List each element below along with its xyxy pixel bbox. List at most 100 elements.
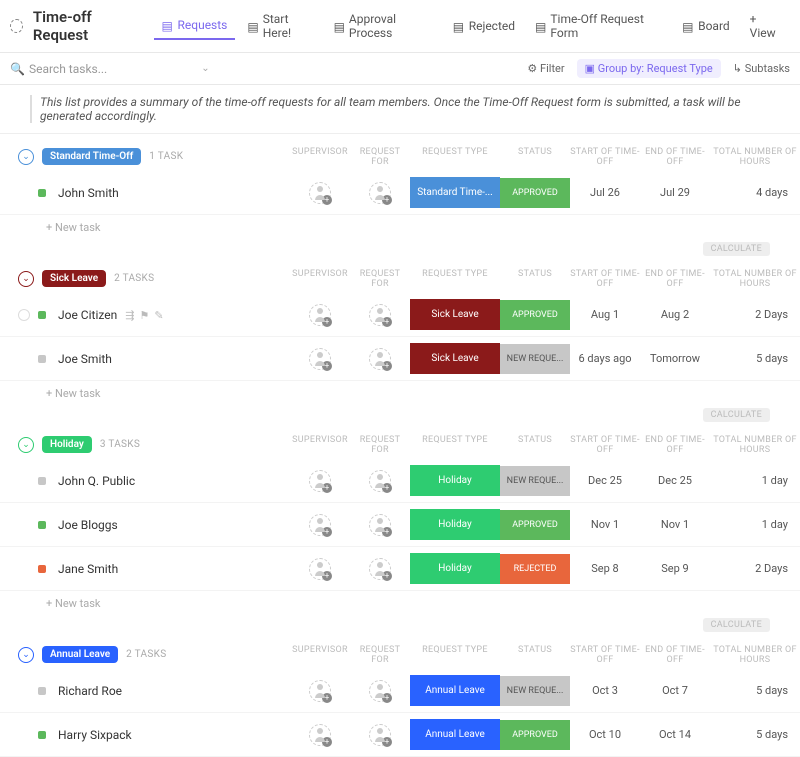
assignee-avatar[interactable]: +: [290, 558, 350, 580]
task-name[interactable]: Joe Bloggs: [58, 518, 290, 532]
end-date-cell[interactable]: Sep 9: [640, 562, 710, 575]
task-name[interactable]: Jane Smith: [58, 562, 290, 576]
status-square[interactable]: [38, 477, 46, 485]
group-pill[interactable]: Annual Leave: [42, 646, 118, 663]
start-date-cell[interactable]: Oct 10: [570, 728, 640, 741]
total-hours-cell[interactable]: 5 days: [710, 684, 800, 697]
task-row[interactable]: Joe Citizen⇶⚑✎++Sick LeaveAPPROVEDAug 1A…: [0, 293, 800, 337]
request-type-cell[interactable]: Holiday: [410, 465, 500, 496]
assignee-avatar[interactable]: +: [290, 182, 350, 204]
view-tab-board[interactable]: ▤Board: [674, 13, 738, 39]
view-tab-rejected[interactable]: ▤Rejected: [445, 13, 523, 39]
assignee-avatar[interactable]: +: [290, 304, 350, 326]
task-row[interactable]: Harry Sixpack++Annual LeaveAPPROVEDOct 1…: [0, 713, 800, 757]
request-type-cell[interactable]: Sick Leave: [410, 343, 500, 374]
new-task-button[interactable]: + New task: [0, 591, 800, 616]
end-date-cell[interactable]: Oct 14: [640, 728, 710, 741]
add-view-button[interactable]: + View: [742, 6, 790, 46]
view-tab-time-off-request-form[interactable]: ▤Time-Off Request Form: [527, 6, 670, 46]
task-name[interactable]: John Q. Public: [58, 474, 290, 488]
request-type-cell[interactable]: Standard Time-...: [410, 177, 500, 208]
view-tab-start-here-[interactable]: ▤Start Here!: [239, 6, 321, 46]
assignee-avatar[interactable]: +: [350, 182, 410, 204]
task-row[interactable]: John Smith++Standard Time-...APPROVEDJul…: [0, 171, 800, 215]
total-hours-cell[interactable]: 1 day: [710, 518, 800, 531]
status-cell[interactable]: APPROVED: [500, 178, 570, 208]
start-date-cell[interactable]: Oct 3: [570, 684, 640, 697]
assignee-avatar[interactable]: +: [350, 470, 410, 492]
task-row[interactable]: John Q. Public++HolidayNEW REQUE...Dec 2…: [0, 459, 800, 503]
assignee-avatar[interactable]: +: [290, 680, 350, 702]
assignee-avatar[interactable]: +: [290, 348, 350, 370]
request-type-cell[interactable]: Annual Leave: [410, 719, 500, 750]
end-date-cell[interactable]: Aug 2: [640, 308, 710, 321]
start-date-cell[interactable]: Sep 8: [570, 562, 640, 575]
end-date-cell[interactable]: Dec 25: [640, 474, 710, 487]
request-type-cell[interactable]: Sick Leave: [410, 299, 500, 330]
tag-icon[interactable]: ⚑: [139, 309, 149, 322]
row-checkbox[interactable]: [18, 309, 30, 321]
filter-button[interactable]: ⚙ Filter: [527, 62, 564, 75]
status-cell[interactable]: NEW REQUE...: [500, 344, 570, 374]
assignee-avatar[interactable]: +: [290, 514, 350, 536]
task-row[interactable]: Richard Roe++Annual LeaveNEW REQUE...Oct…: [0, 669, 800, 713]
collapse-toggle[interactable]: ⌄: [18, 149, 34, 165]
task-row[interactable]: Jane Smith++HolidayREJECTEDSep 8Sep 92 D…: [0, 547, 800, 591]
subtasks-button[interactable]: ↳ Subtasks: [733, 62, 790, 75]
task-name[interactable]: John Smith: [58, 186, 290, 200]
assignee-avatar[interactable]: +: [350, 558, 410, 580]
assignee-avatar[interactable]: +: [290, 470, 350, 492]
calculate-button[interactable]: CALCULATE: [703, 408, 770, 422]
total-hours-cell[interactable]: 5 days: [710, 352, 800, 365]
end-date-cell[interactable]: Oct 7: [640, 684, 710, 697]
start-date-cell[interactable]: Dec 25: [570, 474, 640, 487]
task-name[interactable]: Joe Citizen⇶⚑✎: [58, 308, 290, 322]
collapse-toggle[interactable]: ⌄: [18, 647, 34, 663]
start-date-cell[interactable]: Nov 1: [570, 518, 640, 531]
collapse-toggle[interactable]: ⌄: [18, 437, 34, 453]
request-type-cell[interactable]: Annual Leave: [410, 675, 500, 706]
request-type-cell[interactable]: Holiday: [410, 553, 500, 584]
total-hours-cell[interactable]: 1 day: [710, 474, 800, 487]
view-tab-requests[interactable]: ▤Requests: [154, 12, 236, 40]
status-cell[interactable]: NEW REQUE...: [500, 466, 570, 496]
status-square[interactable]: [38, 311, 46, 319]
assignee-avatar[interactable]: +: [350, 680, 410, 702]
task-name[interactable]: Richard Roe: [58, 684, 290, 698]
assignee-avatar[interactable]: +: [350, 724, 410, 746]
new-task-button[interactable]: + New task: [0, 215, 800, 240]
status-square[interactable]: [38, 189, 46, 197]
status-square[interactable]: [38, 355, 46, 363]
assignee-avatar[interactable]: +: [350, 304, 410, 326]
status-square[interactable]: [38, 565, 46, 573]
task-row[interactable]: Joe Bloggs++HolidayAPPROVEDNov 1Nov 11 d…: [0, 503, 800, 547]
status-square[interactable]: [38, 521, 46, 529]
assignee-avatar[interactable]: +: [290, 724, 350, 746]
edit-icon[interactable]: ✎: [154, 309, 163, 322]
subtask-icon[interactable]: ⇶: [125, 309, 134, 322]
group-pill[interactable]: Holiday: [42, 436, 92, 453]
request-type-cell[interactable]: Holiday: [410, 509, 500, 540]
total-hours-cell[interactable]: 5 days: [710, 728, 800, 741]
group-pill[interactable]: Standard Time-Off: [42, 148, 141, 165]
assignee-avatar[interactable]: +: [350, 514, 410, 536]
task-name[interactable]: Joe Smith: [58, 352, 290, 366]
start-date-cell[interactable]: Aug 1: [570, 308, 640, 321]
group-pill[interactable]: Sick Leave: [42, 270, 106, 287]
view-tab-approval-process[interactable]: ▤Approval Process: [326, 6, 441, 46]
collapse-toggle[interactable]: ⌄: [18, 271, 34, 287]
end-date-cell[interactable]: Tomorrow: [640, 352, 710, 365]
status-square[interactable]: [38, 731, 46, 739]
status-cell[interactable]: REJECTED: [500, 554, 570, 584]
task-row[interactable]: Joe Smith++Sick LeaveNEW REQUE...6 days …: [0, 337, 800, 381]
calculate-button[interactable]: CALCULATE: [703, 618, 770, 632]
group-by-button[interactable]: ▣ Group by: Request Type: [577, 59, 721, 78]
total-hours-cell[interactable]: 4 days: [710, 186, 800, 199]
status-cell[interactable]: NEW REQUE...: [500, 676, 570, 706]
search-input[interactable]: 🔍 Search tasks... ⌄: [10, 62, 517, 76]
start-date-cell[interactable]: 6 days ago: [570, 352, 640, 365]
total-hours-cell[interactable]: 2 Days: [710, 562, 800, 575]
status-cell[interactable]: APPROVED: [500, 300, 570, 330]
end-date-cell[interactable]: Nov 1: [640, 518, 710, 531]
status-cell[interactable]: APPROVED: [500, 510, 570, 540]
